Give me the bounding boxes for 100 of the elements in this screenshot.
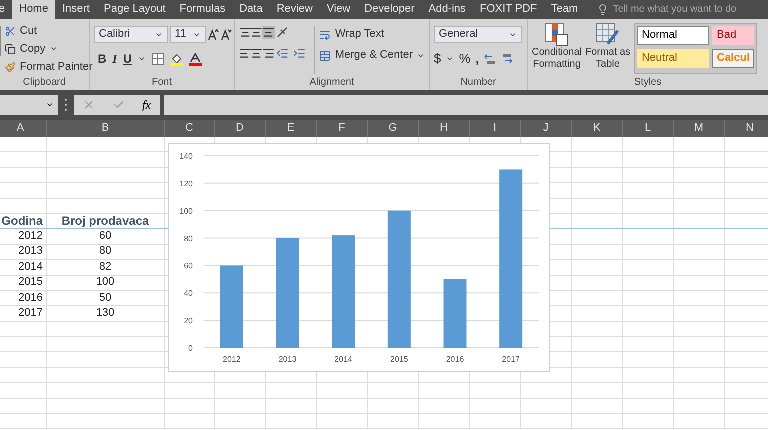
column-header[interactable]: H: [419, 120, 470, 137]
y-tick-label: 100: [180, 206, 193, 216]
cell-style[interactable]: Bad: [712, 26, 754, 45]
merge-icon: [319, 50, 332, 62]
copy-button[interactable]: Copy: [5, 41, 93, 57]
font-color-icon[interactable]: [189, 52, 202, 66]
copy-icon: [5, 44, 16, 54]
align-center-icon[interactable]: [250, 47, 264, 60]
bar: [444, 279, 467, 348]
align-bottom-icon[interactable]: [262, 26, 275, 39]
font-family-dropdown[interactable]: Calibri: [94, 26, 168, 43]
column-header[interactable]: E: [266, 120, 317, 137]
ribbon-tab[interactable]: Data: [232, 0, 270, 19]
table-brush-icon: [596, 23, 620, 47]
ribbon-tab[interactable]: Page Layout: [96, 0, 173, 19]
table-cell: 82: [99, 262, 112, 273]
header-cell: Godina: [2, 215, 43, 228]
column-header[interactable]: K: [572, 120, 623, 137]
format-as-table-button[interactable]: Format as Table: [586, 23, 630, 74]
wrap-text-button[interactable]: Wrap Text: [319, 26, 425, 43]
caret-icon: [46, 101, 54, 109]
column-header[interactable]: I: [470, 120, 521, 137]
x-tick-label: 2014: [334, 355, 352, 364]
align-left-icon[interactable]: [239, 47, 252, 60]
x-tick-label: 2013: [278, 355, 297, 364]
scissors-icon: [5, 26, 16, 36]
column-header[interactable]: C: [165, 120, 215, 137]
y-tick-label: 120: [180, 179, 193, 188]
column-header[interactable]: B: [47, 120, 165, 137]
table-cell: 2016: [18, 292, 43, 304]
conditional-formatting-icon: [545, 23, 569, 47]
cut-button[interactable]: Cut: [5, 23, 93, 39]
ribbon-tab[interactable]: Review: [270, 0, 320, 19]
ribbon-tab[interactable]: Add-ins: [422, 0, 474, 19]
table-cell: 80: [99, 246, 112, 258]
paintbrush-icon: [5, 62, 16, 72]
x-tick-label: 2012: [223, 355, 241, 364]
column-header[interactable]: N: [725, 120, 768, 137]
merge-center-button[interactable]: Merge & Center: [319, 47, 425, 64]
y-tick-label: 20: [184, 316, 193, 326]
decrease-indent-icon[interactable]: [276, 47, 290, 60]
check-icon[interactable]: [112, 99, 125, 111]
comma-button[interactable]: ,: [476, 49, 480, 68]
orientation-icon[interactable]: [276, 26, 290, 39]
header-cell: Broj prodavaca: [62, 215, 150, 228]
align-middle-icon[interactable]: [250, 26, 264, 39]
x-tick-label: 2015: [390, 355, 408, 364]
column-header[interactable]: D: [215, 120, 266, 137]
grow-font-icon: [208, 28, 219, 40]
group-label: Number: [460, 76, 496, 90]
conditional-formatting-button[interactable]: Conditional Formatting: [532, 23, 582, 74]
column-header[interactable]: M: [674, 120, 725, 137]
ribbon-tab[interactable]: FOXIT PDF: [473, 0, 544, 19]
cell-style[interactable]: Normal: [637, 26, 709, 45]
table-cell: 2014: [18, 262, 43, 273]
italic-button[interactable]: I: [112, 50, 118, 68]
caret-icon: [50, 45, 58, 53]
underline-button[interactable]: U: [123, 50, 132, 68]
increase-decimal-icon[interactable]: [484, 52, 496, 65]
y-tick-label: 0: [188, 344, 193, 353]
formula-input[interactable]: [164, 95, 768, 115]
ribbon-tab[interactable]: Insert: [55, 0, 97, 19]
ribbon-tab[interactable]: Home: [12, 0, 56, 19]
column-header[interactable]: J: [521, 120, 572, 137]
x-tick-label: 2016: [446, 355, 464, 364]
decrease-decimal-icon[interactable]: [501, 52, 514, 65]
number-format-dropdown[interactable]: General: [434, 26, 522, 43]
y-tick-label: 80: [184, 234, 193, 244]
column-header[interactable]: F: [317, 120, 368, 137]
currency-button[interactable]: $: [434, 49, 442, 68]
table-cell: 130: [96, 308, 115, 319]
format-painter-button[interactable]: Format Painter: [5, 59, 93, 75]
column-header[interactable]: L: [623, 120, 674, 137]
table-cell: 2013: [18, 246, 43, 258]
table-cell: 2015: [18, 277, 43, 288]
bold-button[interactable]: B: [98, 50, 107, 68]
insert-function-button[interactable]: fx: [142, 96, 152, 114]
cell-style[interactable]: Neutral: [637, 49, 709, 68]
font-size-dropdown[interactable]: 11: [170, 26, 206, 43]
borders-icon[interactable]: [152, 53, 164, 65]
table-cell: 2012: [18, 231, 43, 242]
column-header[interactable]: A: [0, 120, 47, 137]
ribbon-tab[interactable]: Developer: [358, 0, 422, 19]
group-label: Alignment: [310, 76, 354, 90]
align-top-icon[interactable]: [239, 26, 252, 39]
fill-color-icon[interactable]: [170, 52, 184, 66]
table-cell: 60: [99, 231, 112, 242]
column-header[interactable]: G: [368, 120, 419, 137]
caret-icon: [138, 55, 146, 63]
ribbon-tab[interactable]: View: [320, 0, 358, 19]
table-cell: 2017: [18, 308, 43, 319]
table-cell: 50: [99, 292, 112, 304]
shrink-font-icon: [221, 28, 232, 40]
tell-me-field[interactable]: Tell me what you want to do: [613, 2, 737, 17]
ribbon-tab[interactable]: Formulas: [172, 0, 233, 19]
increase-indent-icon[interactable]: [293, 47, 306, 60]
percent-button[interactable]: %: [459, 49, 471, 68]
align-right-icon[interactable]: [262, 47, 275, 60]
ribbon-tab[interactable]: Team: [544, 0, 586, 19]
group-label: Styles: [634, 76, 662, 90]
